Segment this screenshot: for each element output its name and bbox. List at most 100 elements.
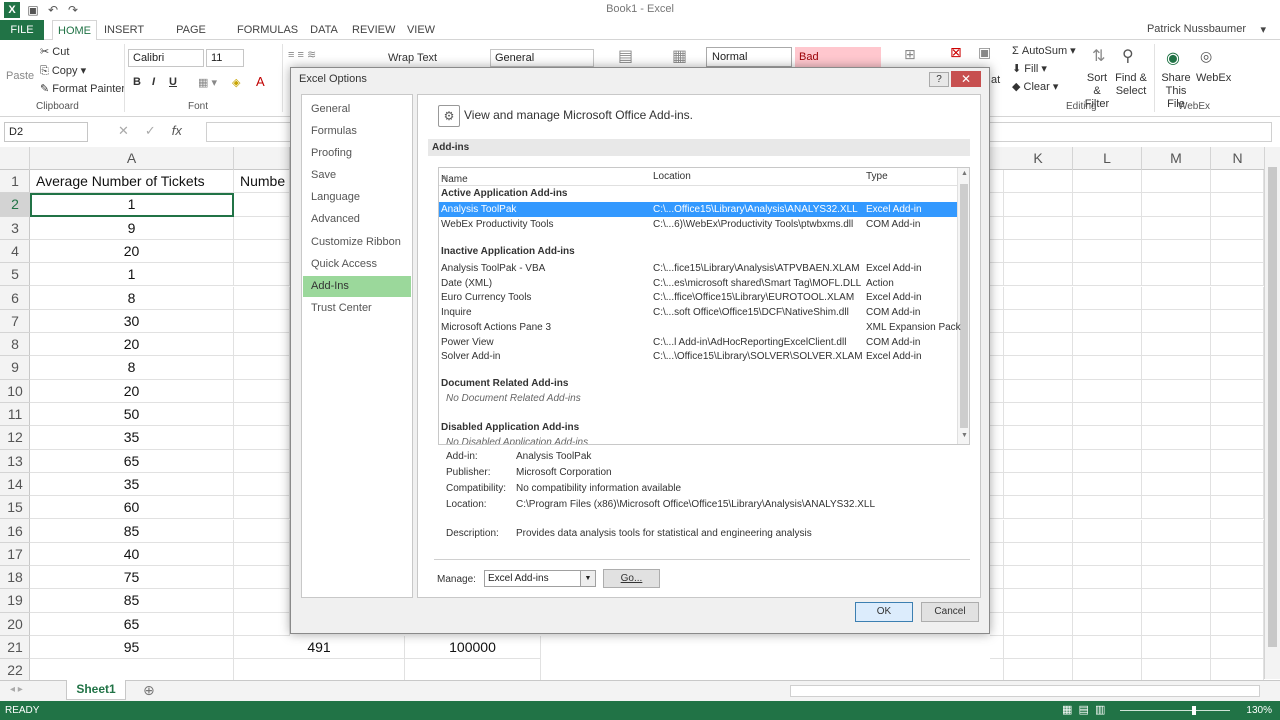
cell[interactable]: 9 [30, 216, 234, 240]
cell[interactable] [1211, 286, 1264, 310]
cell[interactable] [1073, 636, 1142, 660]
cell[interactable] [1142, 379, 1211, 403]
cell[interactable]: 8 [30, 356, 234, 380]
cell[interactable] [1142, 496, 1211, 520]
row-header[interactable]: 6 [0, 287, 30, 310]
cell[interactable] [234, 263, 290, 287]
cell[interactable] [1211, 356, 1264, 380]
cell[interactable] [990, 426, 1004, 450]
cell[interactable] [1211, 496, 1264, 520]
column-location-header[interactable]: Location [653, 171, 691, 182]
cell[interactable] [1073, 263, 1142, 287]
nav-item-formulas[interactable]: Formulas [303, 121, 411, 142]
cell[interactable]: 491 [234, 636, 405, 660]
cell[interactable]: 65 [30, 612, 234, 636]
zoom-slider[interactable] [1120, 710, 1230, 711]
cell[interactable] [1004, 263, 1073, 287]
sheet-nav-icon[interactable]: ◂ ▸ [10, 684, 23, 695]
addin-row[interactable]: WebEx Productivity Tools C:\...6)\WebEx\P… [439, 217, 957, 232]
cell[interactable] [1004, 612, 1073, 636]
cell[interactable] [1211, 239, 1264, 264]
cell[interactable] [1211, 403, 1264, 427]
font-color-icon[interactable]: A [256, 74, 265, 89]
cell[interactable] [990, 239, 1004, 264]
row-header[interactable]: 4 [0, 240, 30, 264]
cell[interactable] [1211, 193, 1264, 217]
row-header[interactable]: 5 [0, 263, 30, 287]
row-header[interactable]: 17 [0, 543, 30, 567]
help-button[interactable]: ? [929, 72, 949, 87]
cell[interactable] [1211, 472, 1264, 497]
cell[interactable]: Average Number of Tickets [30, 170, 234, 194]
nav-item-language[interactable]: Language [303, 187, 411, 208]
cell[interactable] [1073, 589, 1142, 613]
style-bad[interactable]: Bad [795, 47, 881, 67]
cell[interactable] [1004, 566, 1073, 590]
sheet-vertical-scrollbar[interactable] [1264, 147, 1280, 679]
zoom-slider-thumb[interactable] [1192, 706, 1196, 715]
cell[interactable]: 20 [30, 239, 234, 264]
row-header[interactable]: 18 [0, 566, 30, 590]
cell[interactable] [1073, 426, 1142, 450]
row-header[interactable]: 13 [0, 450, 30, 473]
column-header-a[interactable]: A [30, 147, 234, 170]
webex-button[interactable]: WebEx [1196, 72, 1231, 84]
cell[interactable] [990, 216, 1004, 240]
cell[interactable] [1142, 403, 1211, 427]
cell[interactable]: 35 [30, 426, 234, 450]
cell[interactable] [1004, 193, 1073, 217]
cell[interactable] [1142, 636, 1211, 660]
cell[interactable] [1211, 333, 1264, 357]
cell[interactable]: 100000 [405, 636, 541, 660]
tab-formulas[interactable]: FORMULAS [237, 20, 298, 40]
cell[interactable] [1073, 449, 1142, 473]
cell[interactable] [1073, 309, 1142, 334]
horizontal-scrollbar[interactable] [790, 685, 1260, 697]
cell[interactable] [1211, 426, 1264, 450]
nav-item-advanced[interactable]: Advanced [303, 209, 411, 230]
cell[interactable]: 85 [30, 519, 234, 543]
cell[interactable] [990, 542, 1004, 567]
user-name[interactable]: Patrick Nussbaumer [1147, 23, 1246, 35]
cell[interactable] [234, 216, 290, 240]
conditional-formatting-icon[interactable]: ▤ [618, 46, 633, 66]
cancel-button[interactable]: Cancel [921, 602, 979, 622]
cell[interactable] [990, 472, 1004, 497]
column-header-k[interactable]: K [1004, 147, 1073, 170]
cell[interactable] [1004, 472, 1073, 497]
tab-data[interactable]: DATA [307, 20, 341, 40]
select-all-corner[interactable] [0, 147, 30, 170]
cell[interactable] [1004, 309, 1073, 334]
cell[interactable] [1142, 309, 1211, 334]
cell[interactable] [1073, 379, 1142, 403]
cell[interactable] [234, 589, 290, 613]
view-mode-icons[interactable]: ▦ ▤ ▥ [1062, 703, 1105, 716]
addin-row[interactable]: Microsoft Actions Pane 3 XML Expansion Pa… [439, 320, 961, 335]
cell[interactable]: 1 [30, 193, 234, 217]
fill-color-icon[interactable]: ◈ [232, 76, 240, 89]
cell[interactable] [1073, 612, 1142, 636]
cell[interactable]: 1 [30, 263, 234, 287]
cell[interactable] [990, 403, 1004, 427]
bold-button[interactable]: B [133, 76, 141, 88]
row-header[interactable]: 3 [0, 217, 30, 240]
cell[interactable] [1004, 170, 1073, 194]
cell[interactable] [1004, 449, 1073, 473]
cell[interactable] [990, 636, 1004, 660]
cell[interactable] [1211, 542, 1264, 567]
row-header[interactable]: 16 [0, 520, 30, 543]
user-menu-chevron-icon[interactable]: ▾ [1260, 23, 1266, 36]
cell[interactable] [234, 309, 290, 334]
addins-list[interactable]: Name ▲ Location Type ▲ ▼ Active Applicat… [438, 167, 970, 445]
cell[interactable] [1073, 403, 1142, 427]
sheet-scroll-thumb[interactable] [1268, 167, 1277, 647]
row-header[interactable]: 15 [0, 496, 30, 520]
cell[interactable] [234, 403, 290, 427]
addins-scroll-thumb[interactable] [960, 184, 968, 428]
cell[interactable] [1073, 472, 1142, 497]
scroll-down-icon[interactable]: ▼ [958, 432, 969, 439]
borders-icon[interactable]: ▦ ▾ [198, 76, 217, 89]
nav-item-quick-access-toolbar[interactable]: Quick Access Toolbar [303, 254, 411, 291]
format-as-table-icon[interactable]: ▦ [672, 46, 687, 66]
cell[interactable] [234, 379, 290, 403]
